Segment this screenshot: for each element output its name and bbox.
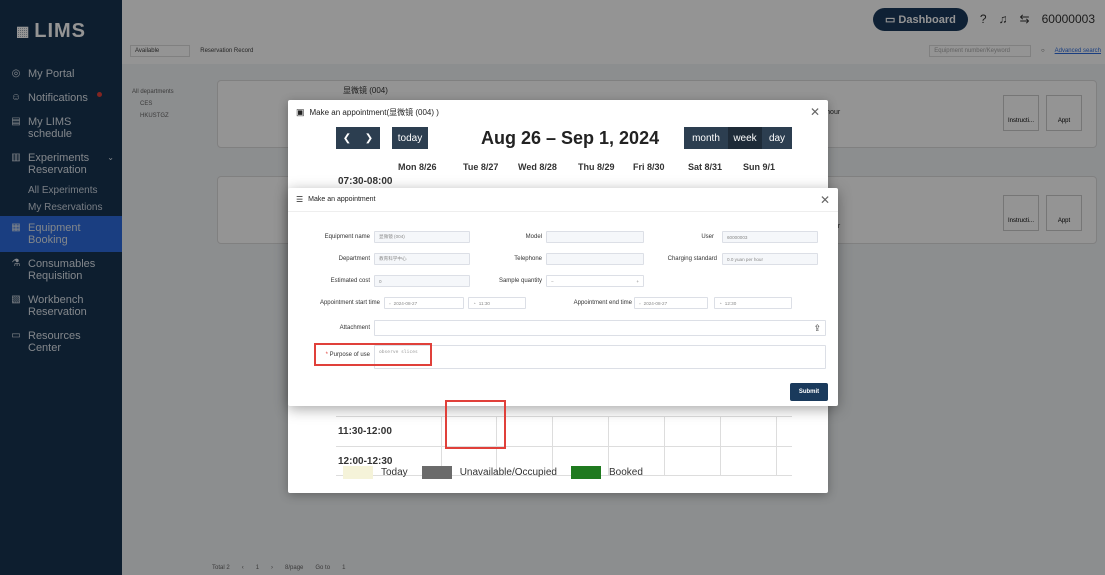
clock-icon: ◔ <box>473 300 476 306</box>
purpose-highlight <box>314 343 432 366</box>
day-header: Sun 9/1 <box>743 162 776 172</box>
next-week-button[interactable]: ❯ <box>358 127 380 149</box>
day-header: Sat 8/31 <box>688 162 723 172</box>
equipment-name-label: Equipment name <box>324 234 370 240</box>
legend-label: Booked <box>608 467 643 478</box>
end-date-picker[interactable]: ▫ 2024-08-27 <box>634 297 708 309</box>
upload-icon: ⇪ <box>813 322 821 333</box>
day-header: Wed 8/28 <box>518 162 557 172</box>
end-time-picker[interactable]: ◔ 12:30 <box>714 297 792 309</box>
calendar-dialog-header: ▣ Make an appointment(显微镜 (004) ) <box>288 100 828 124</box>
start-date-value: 2024-08-27 <box>393 300 418 306</box>
sample-quantity-label: Sample quantity <box>498 278 542 284</box>
telephone-field <box>546 253 644 265</box>
start-date-picker[interactable]: ▫ 2024-08-27 <box>384 297 464 309</box>
user-label: User <box>701 234 714 240</box>
view-month-button[interactable]: month <box>684 127 728 149</box>
legend-label: Unavailable/Occupied <box>459 467 557 478</box>
day-header: Mon 8/26 <box>398 162 437 172</box>
today-button[interactable]: today <box>392 127 428 149</box>
close-icon[interactable]: ✕ <box>810 105 820 119</box>
calendar-icon: ▣ <box>296 106 305 117</box>
increment-button[interactable]: + <box>636 279 639 284</box>
view-week-button[interactable]: week <box>728 127 762 149</box>
legend-today-swatch <box>343 466 373 479</box>
legend-label: Today <box>381 467 408 478</box>
end-time-label: Appointment end time <box>573 300 632 306</box>
time-slot-label: 11:30-12:00 <box>338 426 392 437</box>
day-header: Fri 8/30 <box>633 162 665 172</box>
telephone-label: Telephone <box>514 256 542 262</box>
model-field <box>546 231 644 243</box>
cost-field: 0 <box>374 275 470 287</box>
time-slot-label: 12:00-12:30 <box>338 455 393 467</box>
form-dialog-header: ☰ Make an appointment <box>288 188 838 212</box>
attachment-label: Attachment <box>339 325 370 331</box>
model-label: Model <box>525 234 542 240</box>
calendar-icon: ▫ <box>639 300 641 306</box>
calendar-range-title: Aug 26 – Sep 1, 2024 <box>481 128 660 148</box>
list-icon: ☰ <box>296 195 304 204</box>
charging-field: 0.0 yuan per hour <box>722 253 818 265</box>
calendar-dialog-title: Make an appointment(显微镜 (004) ) <box>309 107 439 117</box>
sample-quantity-stepper[interactable]: − + <box>546 275 644 287</box>
appointment-form-dialog: ☰ Make an appointment ✕ Equipment name 显… <box>288 188 838 406</box>
day-header: Thu 8/29 <box>578 162 615 172</box>
calendar-icon: ▫ <box>389 300 391 306</box>
decrement-button[interactable]: − <box>551 279 554 284</box>
charging-label: Charging standard <box>667 256 717 262</box>
start-time-picker[interactable]: ◔ 11:30 <box>468 297 526 309</box>
legend-booked-swatch <box>570 466 601 479</box>
user-field: 60000003 <box>722 231 818 243</box>
attachment-upload[interactable]: ⇪ <box>374 320 826 336</box>
calendar-legend: Today Unavailable/Occupied Booked <box>343 466 643 479</box>
end-date-value: 2024-08-27 <box>643 300 668 306</box>
legend-occupied-swatch <box>421 466 452 479</box>
end-time-value: 12:30 <box>724 300 737 306</box>
equipment-name-field: 显微镜 (004) <box>374 231 470 243</box>
submit-button[interactable]: Submit <box>790 383 828 401</box>
time-slot-row[interactable]: 11:30-12:00 <box>336 416 792 446</box>
department-field: 教育科学中心 <box>374 253 470 265</box>
clock-icon: ◔ <box>719 300 722 306</box>
cost-label: Estimated cost <box>330 278 370 284</box>
calendar-toolbar: ❮ ❯ today Aug 26 – Sep 1, 2024 month wee… <box>336 124 792 152</box>
start-time-label: Appointment start time <box>319 300 380 306</box>
purpose-textarea[interactable]: observe slices <box>374 345 826 369</box>
form-dialog-title: Make an appointment <box>308 196 376 203</box>
view-day-button[interactable]: day <box>762 127 792 149</box>
selected-slot-highlight <box>445 400 506 449</box>
start-time-value: 11:30 <box>478 300 490 306</box>
day-header: Tue 8/27 <box>463 162 499 172</box>
department-label: Department <box>338 256 370 262</box>
close-icon[interactable]: ✕ <box>820 193 830 207</box>
time-slot-label: 07:30-08:00 <box>338 176 393 187</box>
prev-week-button[interactable]: ❮ <box>336 127 358 149</box>
